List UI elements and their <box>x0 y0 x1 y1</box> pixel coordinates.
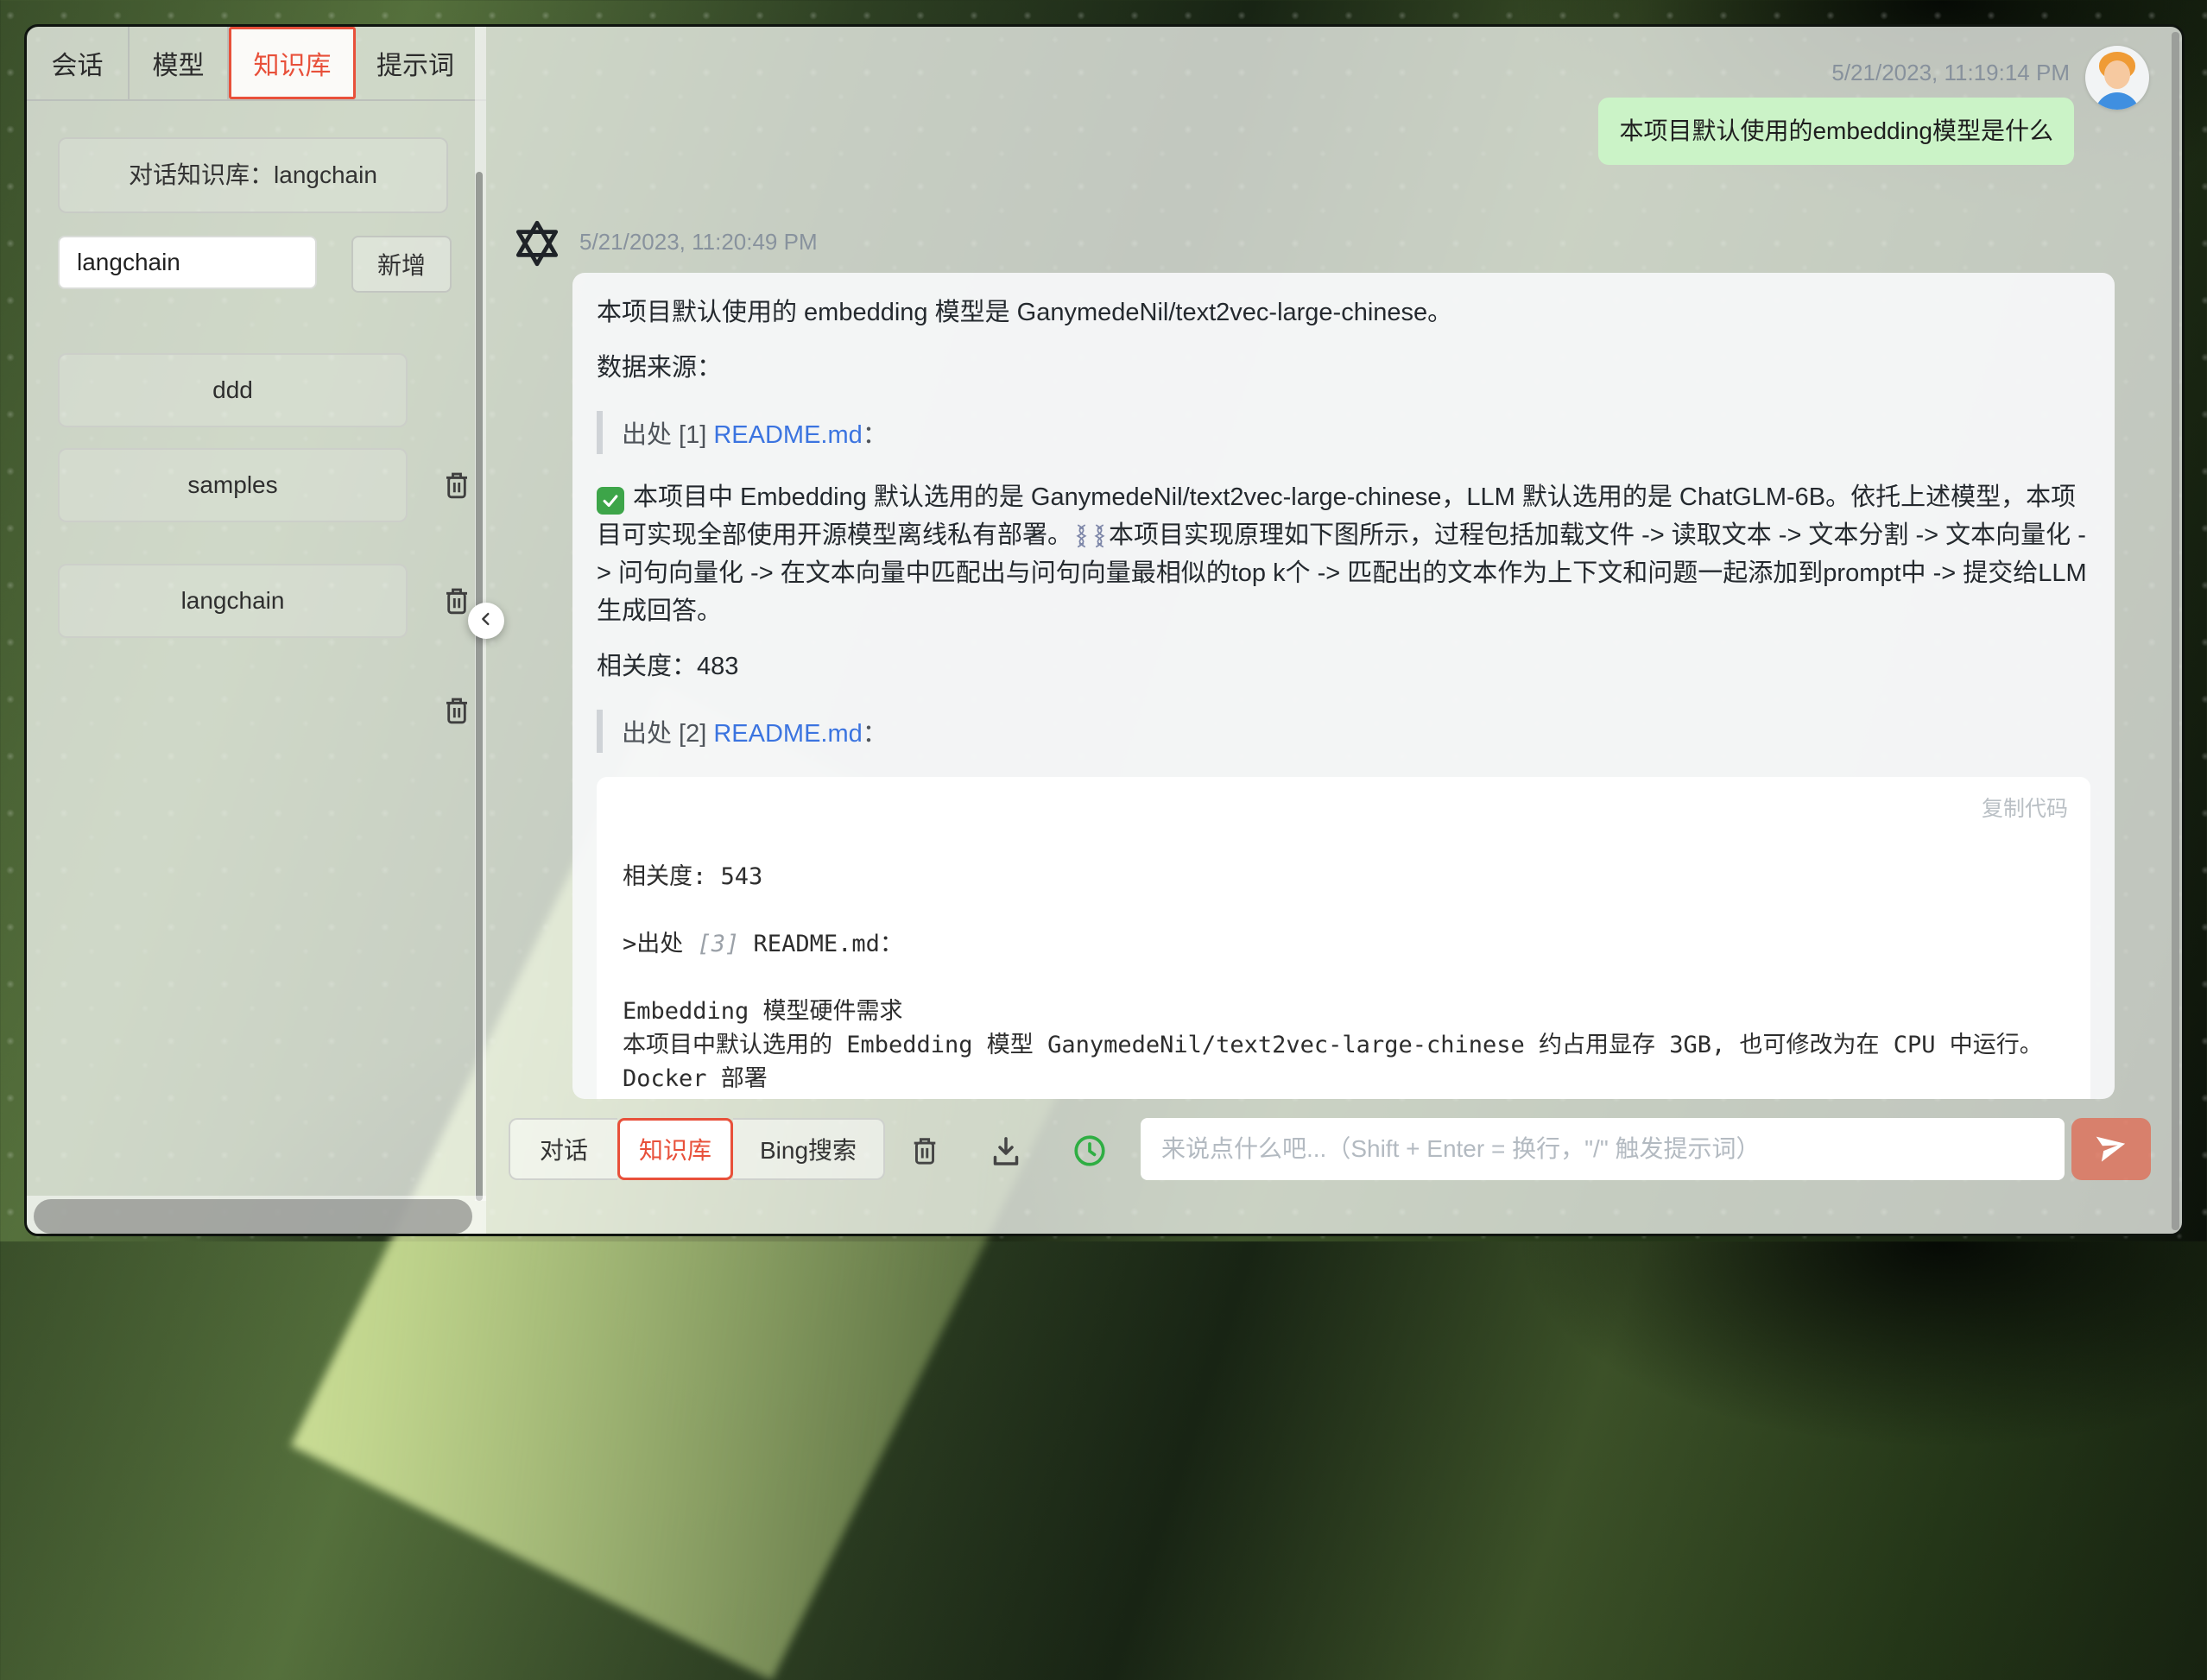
kb-list-row: ddd <box>58 353 486 427</box>
quote-prefix: 出处 [2] <box>622 720 713 748</box>
user-avatar <box>2085 46 2149 110</box>
current-knowledge-base-label: 对话知识库：langchain <box>58 137 448 213</box>
sidebar-tab-bar: 会话 模型 知识库 提示词 <box>27 27 486 101</box>
avatar-shirt <box>2095 92 2140 110</box>
dna-icon <box>1074 522 1089 548</box>
delete-kb-trash-icon[interactable] <box>441 584 472 618</box>
download-icon[interactable] <box>989 1134 1023 1168</box>
assistant-paragraph: 数据来源： <box>597 349 2090 387</box>
quote-suffix: ： <box>863 720 888 748</box>
tab-prompts[interactable]: 提示词 <box>356 27 475 99</box>
mode-chat-button[interactable]: 对话 <box>509 1118 617 1180</box>
chat-mode-switcher: 对话 知识库 Bing搜索 <box>509 1118 885 1180</box>
sidebar: 会话 模型 知识库 提示词 对话知识库：langchain 新增 ddd sam… <box>27 27 486 1234</box>
quote-suffix: ： <box>863 421 888 449</box>
sidebar-collapse-button[interactable] <box>468 603 504 639</box>
sidebar-horizontal-scrollbar[interactable] <box>34 1199 472 1234</box>
kb-list-row <box>58 692 486 729</box>
assistant-message-timestamp: 5/21/2023, 11:20:49 PM <box>579 229 818 256</box>
sidebar-vertical-scrollbar[interactable] <box>476 172 483 1201</box>
code-line: 相关度: 543 <box>623 860 2065 894</box>
quote-prefix: 出处 [1] <box>622 421 713 449</box>
kb-name-input[interactable] <box>58 236 317 289</box>
kb-item-langchain[interactable]: langchain <box>58 564 408 638</box>
clear-history-trash-icon[interactable] <box>907 1134 942 1168</box>
readme-link[interactable]: README.md <box>713 720 862 748</box>
delete-kb-trash-icon[interactable] <box>441 693 472 728</box>
chevron-left-icon <box>477 609 496 633</box>
assistant-paragraph: 本项目中 Embedding 默认选用的是 GanymedeNil/text2v… <box>597 478 2090 630</box>
kb-list-row: samples <box>58 448 486 522</box>
add-kb-button[interactable]: 新增 <box>351 236 452 293</box>
readme-link[interactable]: README.md <box>713 421 862 449</box>
chat-vertical-scrollbar[interactable] <box>2172 32 2179 1230</box>
app-window: 会话 模型 知识库 提示词 对话知识库：langchain 新增 ddd sam… <box>24 24 2185 1236</box>
dna-icon <box>1092 522 1107 548</box>
check-mark-icon <box>597 487 624 515</box>
relevance-score: 相关度：483 <box>597 647 2090 685</box>
mode-bing-search-button[interactable]: Bing搜索 <box>733 1118 885 1180</box>
user-message-bubble: 本项目默认使用的embedding模型是什么 <box>1598 98 2074 165</box>
user-message-timestamp: 5/21/2023, 11:19:14 PM <box>1831 60 2070 86</box>
history-clock-icon[interactable] <box>1071 1132 1109 1170</box>
delete-kb-trash-icon[interactable] <box>441 468 472 502</box>
tab-knowledge-base[interactable]: 知识库 <box>229 27 356 99</box>
code-line: >出处 [3] README.md： <box>623 927 2065 961</box>
tab-model[interactable]: 模型 <box>130 27 229 99</box>
source-quote-2: 出处 [2] README.md： <box>597 710 2090 753</box>
send-button[interactable] <box>2071 1118 2151 1180</box>
kb-item-ddd[interactable]: ddd <box>58 353 408 427</box>
source-quote-1: 出处 [1] README.md： <box>597 411 2090 454</box>
kb-item-samples[interactable]: samples <box>58 448 408 522</box>
tab-conversation[interactable]: 会话 <box>27 27 130 99</box>
assistant-paragraph: 本项目默认使用的 embedding 模型是 GanymedeNil/text2… <box>597 294 2090 332</box>
mode-knowledge-base-button[interactable]: 知识库 <box>617 1118 733 1180</box>
openai-logo-icon <box>510 217 564 270</box>
kb-create-row: 新增 <box>58 236 486 293</box>
code-block: 复制代码 相关度: 543 >出处 [3] README.md： Embeddi… <box>597 777 2090 1099</box>
avatar-face <box>2104 60 2130 89</box>
code-line: Embedding 模型硬件需求 <box>623 995 2065 1028</box>
paper-plane-icon <box>2094 1130 2128 1169</box>
copy-code-button[interactable]: 复制代码 <box>1982 793 2068 826</box>
code-line: 本项目中默认选用的 Embedding 模型 GanymedeNil/text2… <box>623 1028 2065 1096</box>
code-bracket: [3] <box>698 931 740 957</box>
assistant-message-panel: 本项目默认使用的 embedding 模型是 GanymedeNil/text2… <box>572 273 2115 1099</box>
kb-list-row: langchain <box>58 564 486 638</box>
message-input[interactable] <box>1141 1118 2065 1180</box>
